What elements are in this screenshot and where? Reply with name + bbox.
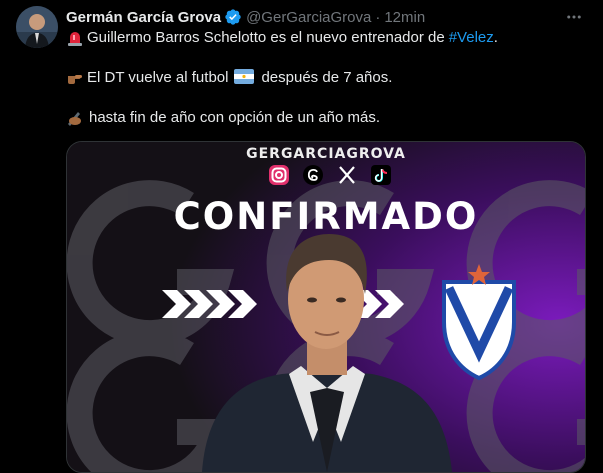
media-background	[67, 142, 585, 472]
threads-icon	[302, 164, 324, 186]
tiktok-icon	[370, 164, 392, 186]
media-brand-text: GERGARCIAGROVA	[246, 146, 406, 162]
verified-icon[interactable]	[224, 8, 242, 26]
tweet-text: Guillermo Barros Schelotto es el nuevo e…	[87, 29, 445, 46]
author-handle[interactable]: @GerGarciaGrova	[246, 9, 371, 26]
separator-dot: ·	[375, 8, 381, 26]
tweet-text-end: .	[493, 29, 498, 46]
writing-hand-icon	[66, 109, 84, 127]
instagram-icon	[268, 164, 290, 186]
velez-shield	[442, 264, 516, 381]
tweet-text-line-1: Guillermo Barros Schelotto es el nuevo e…	[66, 28, 498, 48]
tweet-header: Germán García Grova @GerGarciaGrova · 12…	[66, 7, 425, 27]
tweet-text: El DT vuelve al futbol	[87, 69, 229, 86]
x-logo-icon	[336, 164, 358, 186]
tweet-text-line-2: El DT vuelve al futbol después de 7 años…	[66, 68, 392, 88]
media-social-icons	[268, 164, 392, 186]
tweet-media-image[interactable]: GERGARCIAGROVA CONFIRMADO	[66, 141, 586, 473]
argentina-flag-icon	[234, 69, 255, 87]
tweet-text: hasta fin de año con opción de un año má…	[89, 109, 381, 126]
siren-icon	[66, 29, 84, 47]
timestamp[interactable]: 12min	[384, 9, 425, 26]
author-name[interactable]: Germán García Grova	[66, 9, 221, 26]
more-icon[interactable]	[563, 6, 585, 28]
hashtag-link[interactable]: #Velez	[449, 28, 494, 48]
tweet-text-line-3: hasta fin de año con opción de un año má…	[66, 108, 380, 128]
media-headline: CONFIRMADO	[173, 195, 479, 238]
pointing-hand-icon	[66, 69, 84, 87]
tweet[interactable]: Germán García Grova @GerGarciaGrova · 12…	[0, 0, 603, 473]
tweet-text: después de 7 años.	[261, 69, 393, 86]
avatar-image	[16, 6, 58, 48]
avatar[interactable]	[16, 6, 58, 48]
